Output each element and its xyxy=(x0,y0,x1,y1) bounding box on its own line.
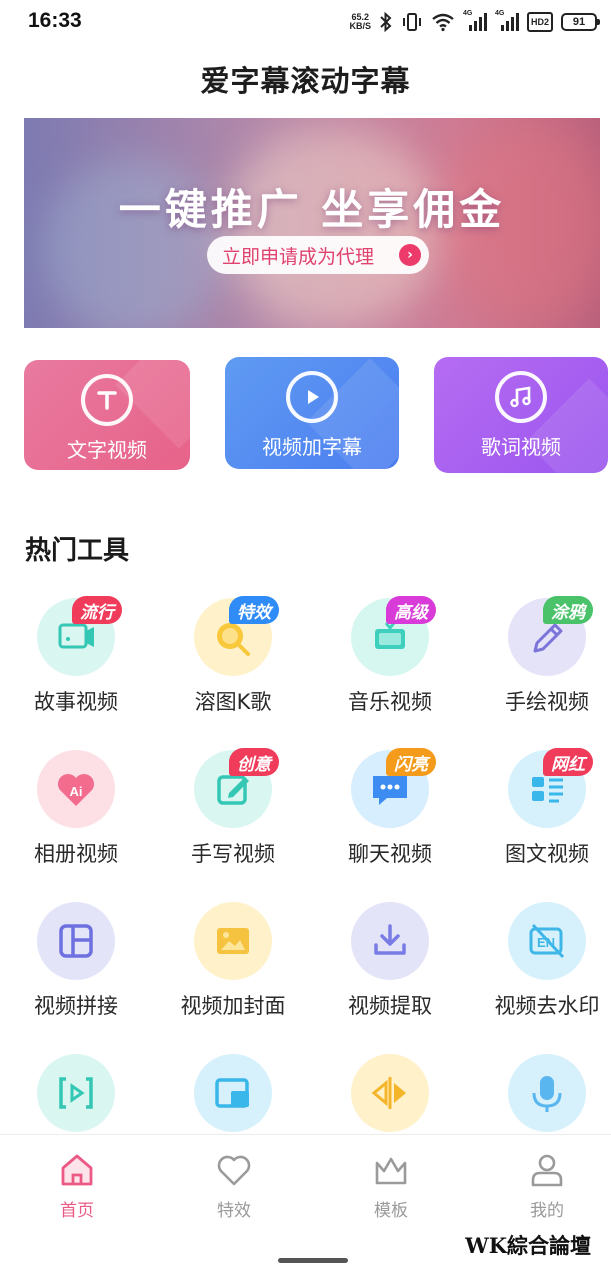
apply-agent-button[interactable]: 立即申请成为代理 › xyxy=(207,236,429,274)
banner-headline: 一键推广 坐享佣金 xyxy=(118,185,506,234)
tool-item[interactable]: 创意手写视频 xyxy=(157,748,307,890)
tool-item[interactable]: 视频提取 xyxy=(314,902,464,1042)
promo-banner[interactable]: 一键推广 坐享佣金 立即申请成为代理 › xyxy=(24,118,600,328)
tool-item[interactable]: Ai 相册视频 xyxy=(0,750,150,890)
tool-label: 视频拼接 xyxy=(34,994,118,1018)
picture-in-picture-icon xyxy=(194,1054,272,1132)
nav-templates-label: 模板 xyxy=(374,1201,408,1221)
hd-icon: HD 2 xyxy=(527,12,553,32)
text-t-icon xyxy=(81,374,133,426)
cover-image-icon xyxy=(194,902,272,980)
heart-icon xyxy=(217,1155,251,1186)
tool-badge: 网红 xyxy=(543,748,593,776)
nav-templates[interactable]: 模板 xyxy=(341,1151,441,1223)
vibrate-icon xyxy=(403,13,421,31)
signal-sim2-icon: 4G xyxy=(495,10,519,32)
tool-badge: 流行 xyxy=(72,596,122,624)
tool-item[interactable]: EN 视频去水印 xyxy=(471,902,611,1042)
music-note-icon xyxy=(495,371,547,423)
play-icon xyxy=(286,371,338,423)
tool-label: 手绘视频 xyxy=(505,690,589,714)
tool-label: 聊天视频 xyxy=(348,842,432,866)
tool-item[interactable]: 视频加封面 xyxy=(157,902,307,1042)
battery-indicator: 91 xyxy=(561,13,600,31)
hot-tools-title: 热门工具 xyxy=(25,536,130,566)
tool-item[interactable]: 网红图文视频 xyxy=(471,748,611,890)
lyric-video-card[interactable]: 歌词视频 xyxy=(434,357,608,473)
status-icons: 65.2 KB/S 4G 4G HD 2 91 xyxy=(349,10,600,34)
nav-profile[interactable]: 我的 xyxy=(497,1151,597,1223)
home-indicator[interactable] xyxy=(278,1258,348,1263)
video-subtitle-label: 视频加字幕 xyxy=(262,435,362,459)
remove-watermark-icon: EN xyxy=(508,902,586,980)
bluetooth-icon xyxy=(380,12,392,32)
text-video-label: 文字视频 xyxy=(67,438,147,462)
tool-item[interactable]: 特效溶图K歌 xyxy=(157,596,307,738)
album-ai-icon: Ai xyxy=(37,750,115,828)
tool-label: 视频去水印 xyxy=(494,994,600,1018)
nav-effects[interactable]: 特效 xyxy=(184,1151,284,1223)
mirror-flip-icon xyxy=(351,1054,429,1132)
tool-item[interactable]: 涂鸦手绘视频 xyxy=(471,596,611,738)
tool-item[interactable]: 视频拼接 xyxy=(0,902,150,1042)
tool-item[interactable]: 流行故事视频 xyxy=(0,596,150,738)
page-title: 爱字幕滚动字幕 xyxy=(200,64,411,98)
tool-badge: 涂鸦 xyxy=(543,596,593,624)
video-subtitle-card[interactable]: 视频加字幕 xyxy=(225,357,399,469)
tool-badge: 闪亮 xyxy=(386,748,436,776)
microphone-icon xyxy=(508,1054,586,1132)
tool-label: 故事视频 xyxy=(34,690,118,714)
nav-profile-label: 我的 xyxy=(530,1201,564,1221)
user-icon xyxy=(531,1154,563,1187)
tool-label: 音乐视频 xyxy=(348,690,432,714)
chevron-right-icon: › xyxy=(399,244,421,266)
nav-home[interactable]: 首页 xyxy=(27,1151,127,1223)
video-frame-icon xyxy=(37,1054,115,1132)
tool-label: 相册视频 xyxy=(34,842,118,866)
tool-badge: 高级 xyxy=(386,596,436,624)
tool-label: 手写视频 xyxy=(191,842,275,866)
nav-effects-label: 特效 xyxy=(217,1201,251,1221)
crown-icon xyxy=(375,1157,407,1185)
tool-item[interactable]: 闪亮聊天视频 xyxy=(314,748,464,890)
tool-label: 视频提取 xyxy=(348,994,432,1018)
signal-sim1-icon: 4G xyxy=(463,10,487,32)
tool-badge: 创意 xyxy=(229,748,279,776)
tool-item[interactable]: 高级音乐视频 xyxy=(314,596,464,738)
lyric-video-label: 歌词视频 xyxy=(481,435,561,459)
svg-text:Ai: Ai xyxy=(70,784,83,799)
wifi-icon xyxy=(432,13,454,32)
download-icon xyxy=(351,902,429,980)
nav-home-label: 首页 xyxy=(60,1201,94,1221)
tool-badge: 特效 xyxy=(229,596,279,624)
network-speed: 65.2 KB/S xyxy=(349,12,371,31)
tool-label: 溶图K歌 xyxy=(194,690,272,714)
tool-label: 视频加封面 xyxy=(180,994,286,1018)
forum-watermark: WK綜合論壇 xyxy=(465,1233,591,1258)
text-video-card[interactable]: 文字视频 xyxy=(24,360,190,470)
splice-icon xyxy=(37,902,115,980)
status-time: 16:33 xyxy=(28,9,82,32)
tool-label: 图文视频 xyxy=(505,842,589,866)
apply-agent-label: 立即申请成为代理 xyxy=(222,245,375,268)
home-icon xyxy=(61,1154,93,1186)
status-bar: 16:33 65.2 KB/S 4G 4G HD 2 91 xyxy=(0,0,611,44)
